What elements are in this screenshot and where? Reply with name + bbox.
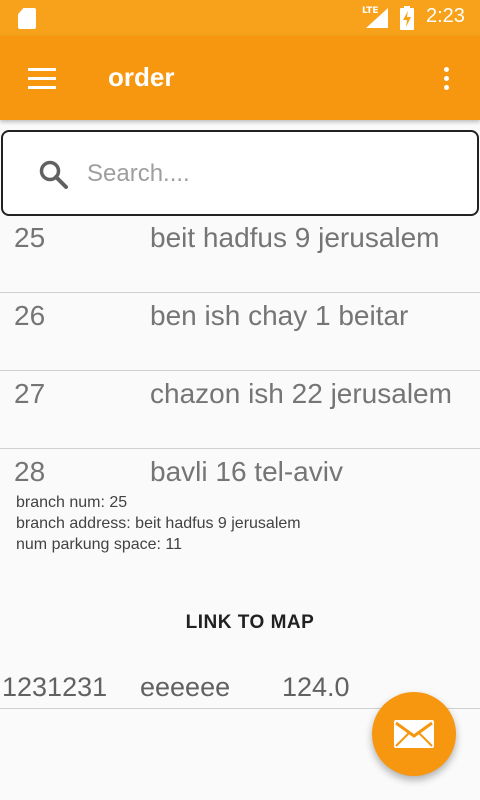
parking-detail: num parkung space: 11	[16, 536, 183, 553]
email-fab-button[interactable]	[372, 692, 456, 776]
divider	[0, 292, 480, 293]
email-icon	[394, 720, 434, 748]
battery-charging-icon	[400, 6, 414, 30]
divider	[0, 370, 480, 371]
branch-address-detail: branch address: beit hadfus 9 jerusalem	[16, 515, 301, 532]
list-item[interactable]: 26 ben ish chay 1 beitar	[0, 300, 480, 370]
clock-time: 2:23	[426, 5, 465, 27]
branch-number: 28	[14, 456, 46, 487]
branch-address: ben ish chay 1 beitar	[150, 300, 409, 331]
search-input[interactable]	[87, 152, 457, 196]
list-item[interactable]: 25 beit hadfus 9 jerusalem	[0, 222, 480, 292]
data-col-3: 124.0	[282, 672, 350, 702]
search-bar[interactable]	[1, 130, 479, 216]
branch-number: 25	[14, 222, 46, 253]
link-to-map-button[interactable]: LINK TO MAP	[0, 612, 480, 634]
list-item[interactable]: 28 bavli 16 tel-aviv	[0, 456, 480, 492]
status-bar: LTE 2:23	[0, 0, 480, 36]
branch-address: beit hadfus 9 jerusalem	[150, 222, 440, 253]
branch-num-detail: branch num: 25	[16, 494, 128, 511]
page-title: order	[108, 62, 175, 92]
branch-details: branch num: 25 branch address: beit hadf…	[16, 492, 301, 555]
branch-address: chazon ish 22 jerusalem	[150, 378, 452, 409]
app-toolbar: order	[0, 36, 480, 120]
signal-icon	[366, 8, 388, 28]
branch-number: 27	[14, 378, 46, 409]
more-vert-icon[interactable]	[432, 60, 462, 96]
branch-address: bavli 16 tel-aviv	[150, 456, 343, 487]
divider	[0, 448, 480, 449]
branch-number: 26	[14, 300, 46, 331]
search-icon	[39, 160, 68, 189]
data-col-2: eeeeee	[140, 672, 231, 702]
list-item[interactable]: 27 chazon ish 22 jerusalem	[0, 378, 480, 448]
hamburger-menu-icon[interactable]	[22, 60, 62, 96]
sd-card-icon	[18, 8, 36, 29]
data-col-1: 1231231	[2, 672, 108, 702]
